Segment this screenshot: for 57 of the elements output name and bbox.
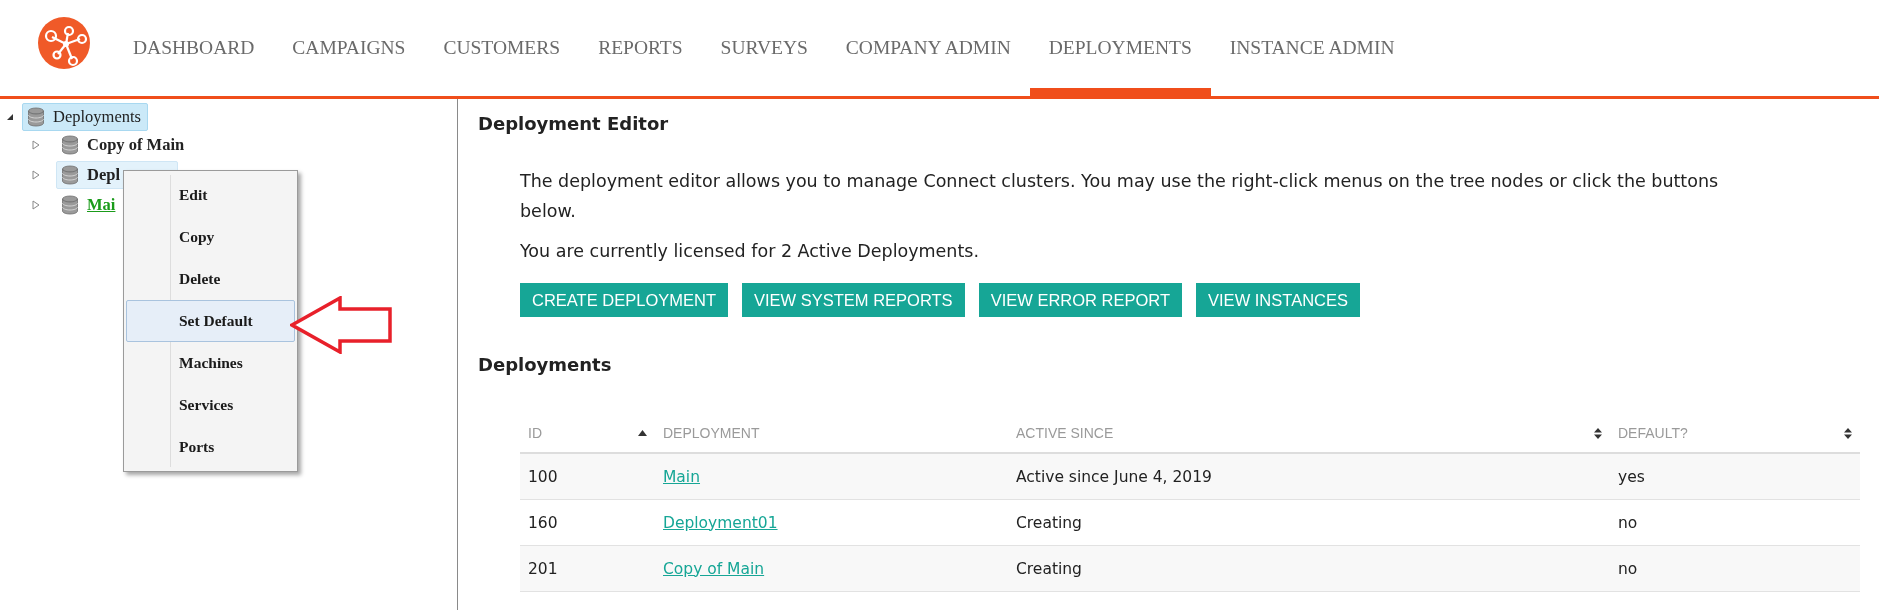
menu-item[interactable]: Copy: [126, 216, 295, 258]
deployment-link[interactable]: Deployment01: [663, 513, 778, 532]
database-icon: [61, 135, 79, 155]
column-header: ID: [528, 425, 542, 441]
deployment-link[interactable]: Copy of Main: [663, 559, 765, 578]
expand-toggle[interactable]: [32, 140, 40, 150]
nav-tab[interactable]: DEPLOYMENTS: [1029, 8, 1211, 96]
column-header: ACTIVE SINCE: [1016, 425, 1114, 441]
menu-item[interactable]: Machines: [126, 342, 295, 384]
action-button[interactable]: VIEW ERROR REPORT: [978, 283, 1183, 317]
database-icon: [61, 195, 79, 215]
table-cell: Creating: [1016, 513, 1082, 532]
logo-icon[interactable]: [38, 17, 90, 69]
menu-item[interactable]: Set Default: [126, 300, 295, 342]
collapse-toggle[interactable]: [6, 112, 14, 121]
menu-item[interactable]: Delete: [126, 258, 295, 300]
table-cell: Active since June 4, 2019: [1016, 467, 1212, 486]
section-title: Deployment Editor: [478, 112, 670, 136]
tree-node[interactable]: Mai: [56, 191, 123, 219]
node-label: Depl: [87, 165, 120, 185]
node-label: Copy of Main: [87, 135, 185, 155]
column-header: DEFAULT?: [1618, 425, 1688, 441]
tree-node[interactable]: Deployments: [22, 102, 148, 131]
nav-tab[interactable]: COMPANY ADMIN: [826, 8, 1030, 96]
nav-tab[interactable]: SURVEYS: [701, 8, 827, 96]
sort-icon[interactable]: [1844, 427, 1852, 439]
menu-item[interactable]: Ports: [126, 426, 295, 468]
menu-item[interactable]: Services: [126, 384, 295, 426]
node-label: Deployments: [53, 106, 141, 127]
action-button[interactable]: VIEW SYSTEM REPORTS: [742, 283, 965, 317]
nav-tab[interactable]: INSTANCE ADMIN: [1210, 8, 1414, 96]
sort-ascending-icon[interactable]: [638, 430, 647, 436]
action-button[interactable]: CREATE DEPLOYMENT: [520, 283, 728, 317]
table-cell: no: [1618, 513, 1638, 532]
tree-node[interactable]: Copy of Main: [56, 131, 192, 159]
table-cell: 160: [528, 513, 558, 532]
sort-icon[interactable]: [1594, 427, 1602, 439]
action-button[interactable]: VIEW INSTANCES: [1196, 283, 1360, 317]
table-cell: yes: [1618, 467, 1645, 486]
table-cell: no: [1618, 559, 1638, 578]
column-header: DEPLOYMENT: [663, 425, 760, 441]
database-icon: [61, 165, 79, 185]
deployment-link[interactable]: Main: [663, 467, 700, 486]
table-cell: 201: [528, 559, 558, 578]
expand-toggle[interactable]: [32, 200, 40, 210]
table-cell: Creating: [1016, 559, 1082, 578]
license-text: You are currently licensed for 2 Active Deployments.: [520, 240, 980, 263]
expand-toggle[interactable]: [32, 170, 40, 180]
table-cell: 100: [528, 467, 558, 486]
description-text: The deployment editor allows you to manage Connect clusters. You may use the right-click menus on the tree nodes or click the buttons below.: [520, 170, 1720, 223]
nav-tab[interactable]: DASHBOARD: [114, 8, 274, 96]
node-label: Mai: [87, 195, 116, 215]
database-icon: [27, 106, 45, 127]
nav-tab[interactable]: CAMPAIGNS: [273, 8, 425, 96]
nav-tab[interactable]: REPORTS: [579, 8, 702, 96]
nav-tab[interactable]: CUSTOMERS: [424, 8, 580, 96]
section-title: Deployments: [478, 353, 613, 377]
